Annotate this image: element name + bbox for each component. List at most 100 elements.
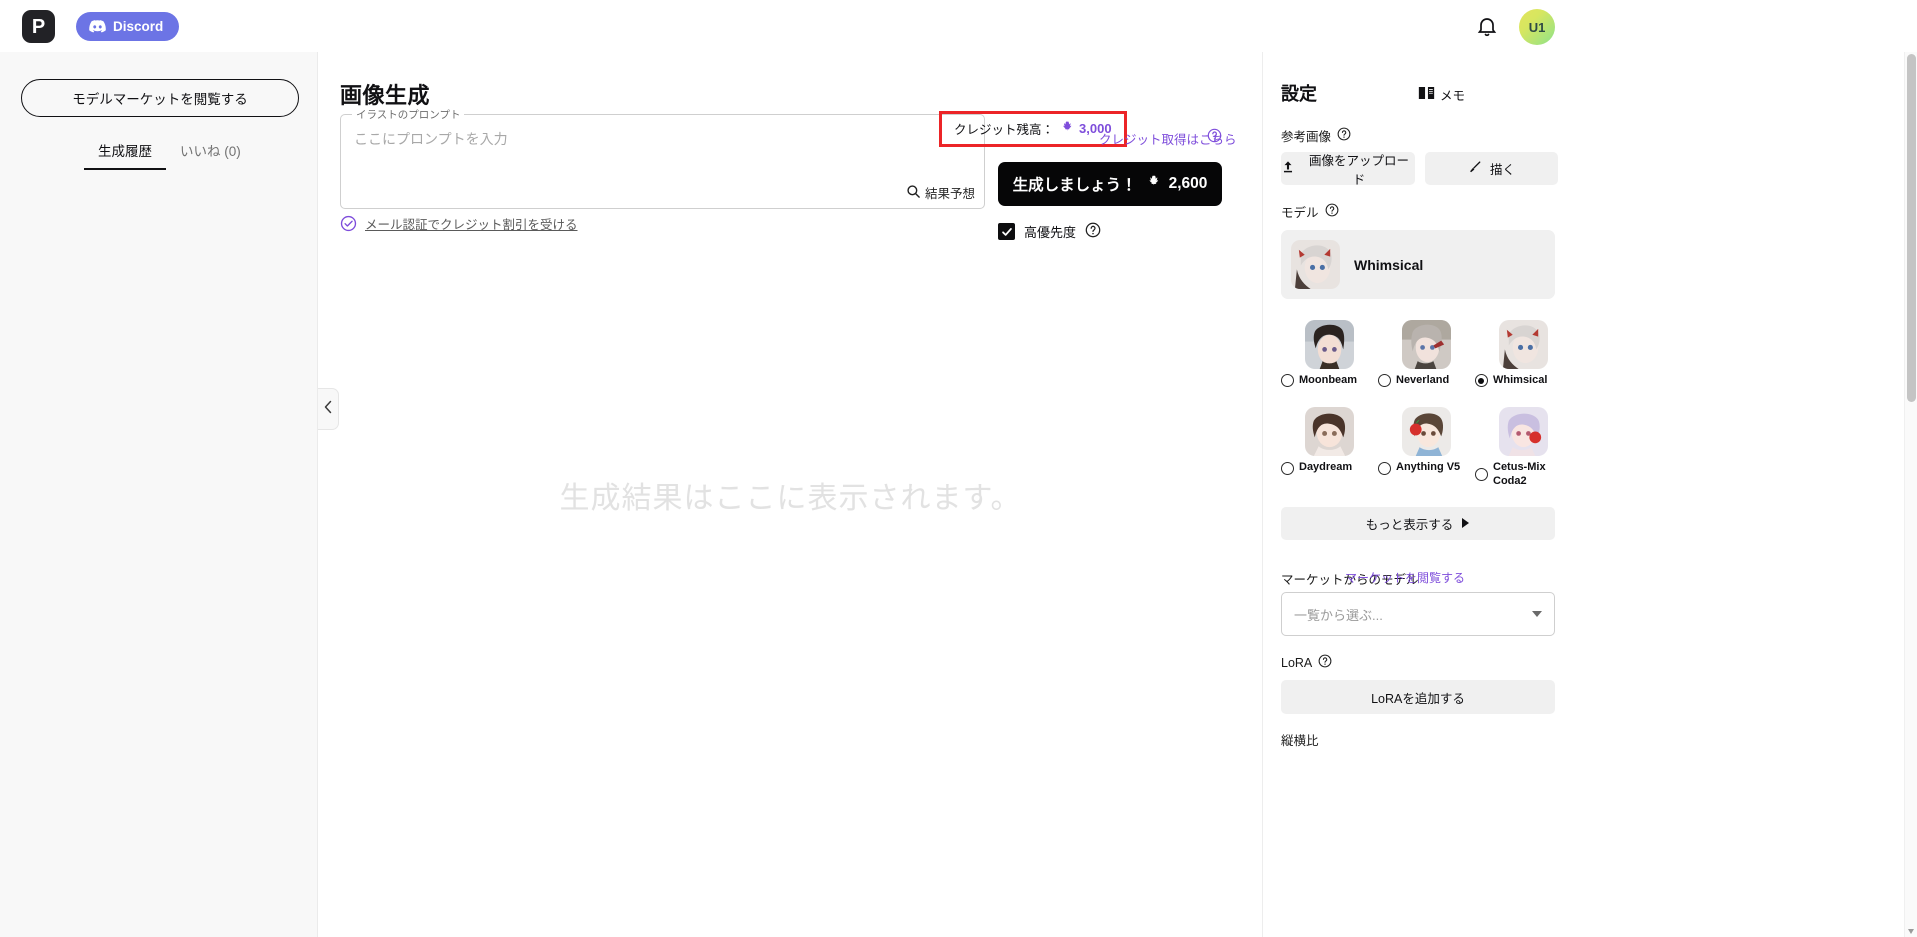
email-verify-discount[interactable]: メール認証でクレジット割引を受ける: [340, 214, 578, 233]
model-radio[interactable]: [1475, 374, 1488, 388]
model-option-label: Whimsical: [1493, 374, 1548, 386]
bell-icon[interactable]: [1475, 14, 1499, 38]
prompt-input-legend: イラストのプロンプト: [352, 107, 465, 122]
chevron-down-icon: [1532, 611, 1542, 617]
model-option-label: Neverland: [1396, 374, 1450, 386]
model-radio[interactable]: [1475, 468, 1488, 482]
browse-market-link[interactable]: マーケットを閲覧する: [1345, 569, 1465, 586]
predict-result-button[interactable]: 結果予想: [906, 183, 975, 202]
reference-image-section: 参考画像: [1281, 126, 1351, 145]
credit-balance-label: クレジット残高：: [954, 123, 1055, 137]
model-option-cetus-mix-coda2[interactable]: Cetus-Mix Coda2: [1475, 407, 1571, 488]
prompt-input-placeholder: ここにプロンプトを入力: [354, 131, 508, 147]
generate-cost-coin-icon: [1145, 174, 1161, 195]
browse-model-market-button[interactable]: モデルマーケットを閲覧する: [21, 79, 299, 117]
model-thumbnail: [1401, 407, 1451, 457]
high-priority-label: 高優先度: [1024, 225, 1077, 240]
tab-generation-history[interactable]: 生成履歴: [84, 132, 166, 170]
model-help-icon[interactable]: [1325, 203, 1339, 220]
browse-model-market-label: モデルマーケットを閲覧する: [72, 92, 248, 107]
chevron-left-icon: [324, 400, 333, 419]
market-model-select[interactable]: 一覧から選ぶ...: [1281, 592, 1555, 636]
model-radio[interactable]: [1281, 374, 1294, 388]
generate-button-label: 生成しましょう！: [1012, 177, 1137, 194]
discord-button[interactable]: Discord: [76, 12, 180, 41]
brush-icon: [1468, 160, 1482, 177]
model-thumbnail: [1304, 320, 1354, 369]
discord-button-label: Discord: [113, 19, 164, 34]
page-title: 画像生成: [340, 83, 431, 108]
memo-button[interactable]: メモ: [1418, 85, 1465, 104]
model-option-neverland[interactable]: Neverland: [1378, 320, 1474, 388]
memo-label: メモ: [1439, 89, 1465, 103]
show-more-models-button[interactable]: もっと表示する: [1281, 507, 1555, 540]
credit-help-icon[interactable]: [1207, 128, 1222, 143]
selected-model-name: Whimsical: [1354, 256, 1424, 273]
model-thumbnail: [1401, 320, 1451, 369]
upload-image-label: 画像をアップロード: [1308, 153, 1409, 187]
predict-result-label: 結果予想: [924, 187, 975, 201]
add-lora-label: LoRAを追加する: [1371, 691, 1465, 706]
model-option-label: Daydream: [1299, 461, 1353, 474]
scrollbar-thumb[interactable]: [1907, 54, 1916, 402]
avatar-initials: U1: [1528, 19, 1546, 35]
model-option-label: Cetus-Mix Coda2: [1493, 461, 1546, 487]
app-logo[interactable]: P: [22, 10, 55, 43]
show-more-models-label: もっと表示する: [1365, 518, 1454, 532]
model-label: モデル: [1281, 206, 1319, 220]
page-scrollbar[interactable]: [1904, 52, 1917, 937]
upload-icon: [1281, 160, 1295, 177]
model-option-daydream[interactable]: Daydream: [1281, 407, 1377, 488]
model-radio[interactable]: [1378, 374, 1391, 388]
generate-button-cost: 2,600: [1168, 175, 1208, 192]
high-priority-checkbox[interactable]: [998, 223, 1015, 240]
model-option-anything-v5[interactable]: Anything V5: [1378, 407, 1474, 488]
tab-generation-history-label: 生成履歴: [98, 144, 152, 159]
draw-image-button[interactable]: 描く: [1425, 152, 1558, 185]
generate-button[interactable]: 生成しましょう！ 2,600: [998, 162, 1222, 206]
credit-coin-icon: [1059, 120, 1074, 138]
sidebar-collapse-button[interactable]: [318, 388, 339, 430]
sidebar-tabs: 生成履歴 いいね (0): [84, 132, 255, 170]
left-sidebar: モデルマーケットを閲覧する 生成履歴 いいね (0): [0, 52, 318, 937]
scroll-down-arrow[interactable]: [1908, 929, 1914, 934]
model-section: モデル: [1281, 202, 1339, 221]
prompt-input[interactable]: イラストのプロンプト ここにプロンプトを入力 結果予想: [340, 107, 985, 209]
model-radio[interactable]: [1281, 461, 1294, 475]
upload-image-button[interactable]: 画像をアップロード: [1281, 152, 1415, 187]
tab-likes-label: いいね (0): [180, 144, 241, 159]
market-model-select-value: 一覧から選ぶ...: [1294, 607, 1383, 623]
selected-model-card[interactable]: Whimsical: [1281, 230, 1555, 299]
model-option-label: Anything V5: [1396, 461, 1461, 474]
search-icon: [906, 184, 921, 202]
lora-section: LoRA: [1281, 654, 1332, 671]
reference-image-help-icon[interactable]: [1337, 127, 1351, 144]
model-option-moonbeam[interactable]: Moonbeam: [1281, 320, 1377, 388]
tab-likes[interactable]: いいね (0): [166, 132, 255, 170]
check-circle-icon: [340, 215, 357, 232]
model-thumbnail: [1498, 320, 1548, 369]
top-bar: P Discord U1: [0, 0, 1917, 52]
reference-image-label: 参考画像: [1281, 130, 1332, 144]
lora-label: LoRA: [1281, 655, 1313, 670]
model-option-whimsical[interactable]: Whimsical: [1475, 320, 1571, 388]
high-priority-row: 高優先度: [998, 222, 1101, 241]
settings-title: 設定: [1281, 84, 1317, 104]
avatar[interactable]: U1: [1519, 9, 1555, 45]
model-radio[interactable]: [1378, 461, 1391, 475]
add-lora-button[interactable]: LoRAを追加する: [1281, 680, 1555, 714]
model-option-label: Moonbeam: [1299, 374, 1358, 386]
chevron-right-icon: [1461, 517, 1470, 531]
main-content: 生成結果はここに表示されます。 画像生成 イラストのプロンプト ここにプロンプト…: [319, 52, 1262, 937]
book-icon: [1418, 86, 1435, 103]
draw-image-label: 描く: [1489, 163, 1515, 177]
selected-model-thumbnail: [1291, 240, 1340, 289]
model-thumbnail: [1304, 407, 1354, 457]
model-thumbnail: [1498, 407, 1548, 457]
aspect-ratio-label: 縦横比: [1281, 734, 1319, 748]
settings-panel: 設定 メモ 参考画像 画像をアップロード 描く モデル Whimsical Mo…: [1262, 52, 1905, 937]
discord-icon: [89, 20, 106, 33]
email-verify-discount-link[interactable]: メール認証でクレジット割引を受ける: [365, 214, 578, 233]
lora-help-icon[interactable]: [1318, 654, 1332, 671]
high-priority-help-icon[interactable]: [1085, 222, 1101, 241]
